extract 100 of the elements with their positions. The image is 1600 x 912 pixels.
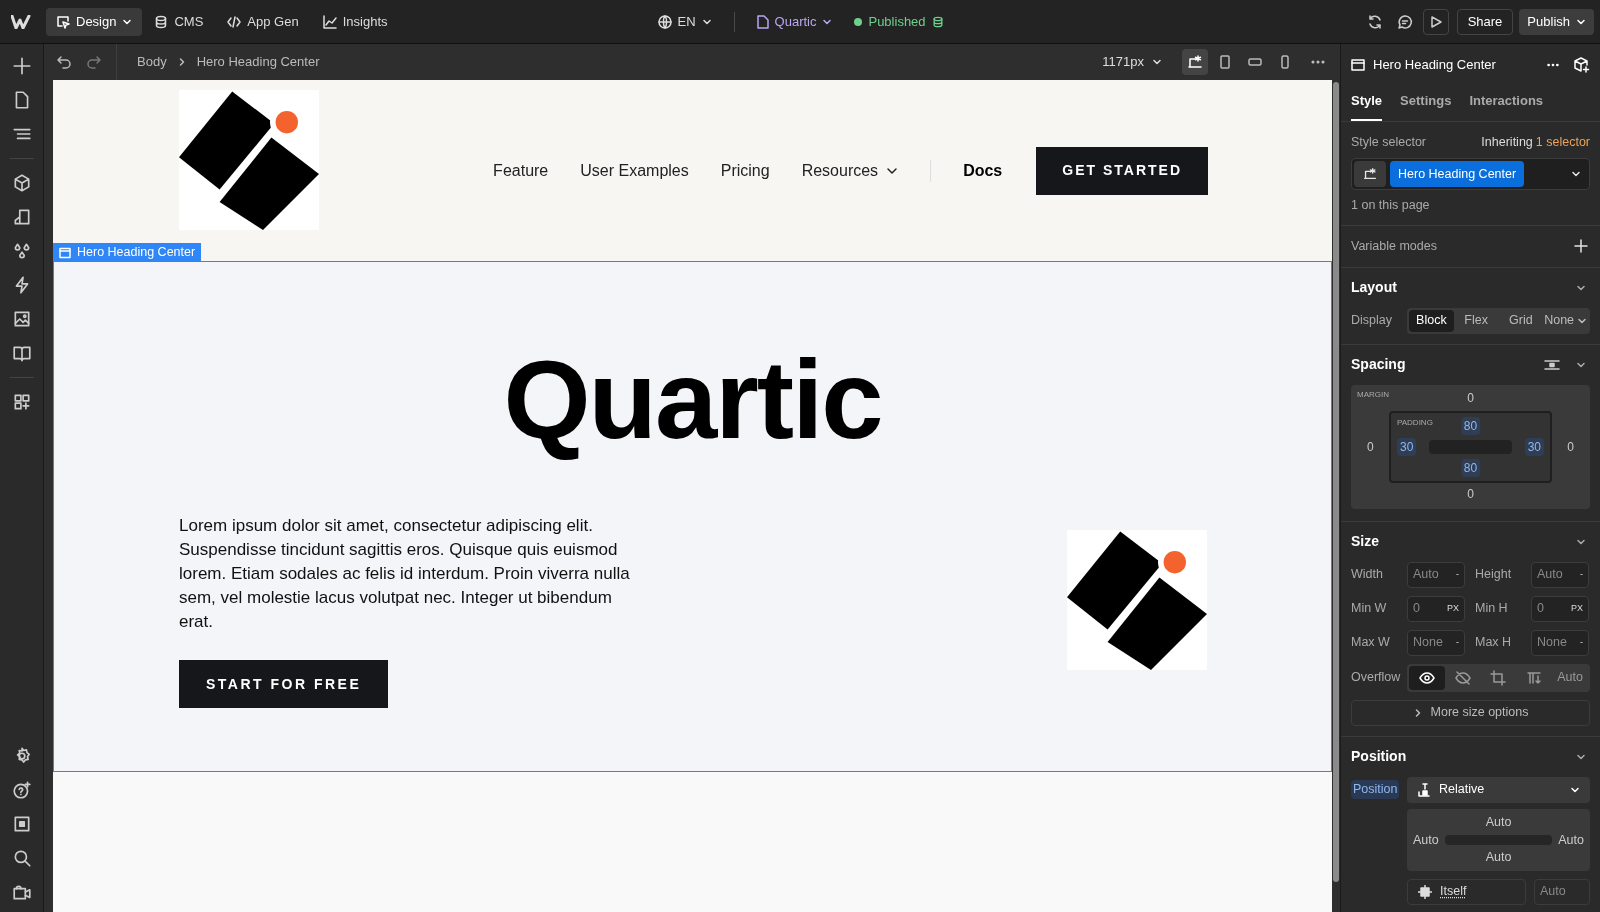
locale-menu[interactable]: EN (649, 11, 720, 32)
padding-value[interactable]: 80 (1460, 458, 1481, 477)
offset-value[interactable]: Auto (1558, 830, 1584, 850)
margin-value[interactable]: 0 (1467, 484, 1474, 503)
inherit-link[interactable]: 1 selector (1535, 132, 1590, 152)
panel-tab[interactable]: Style (1351, 90, 1383, 121)
nav-link[interactable]: Docs (963, 158, 1003, 183)
nav-link[interactable]: Feature (493, 158, 549, 183)
field-label: Display (1351, 312, 1393, 330)
section-title: Size (1351, 532, 1380, 552)
image-icon[interactable] (11, 309, 32, 329)
share-button[interactable]: Share (1456, 8, 1514, 35)
display-option[interactable]: Flex (1453, 309, 1499, 332)
breadcrumb-item[interactable]: Hero Heading Center (196, 52, 320, 72)
sync-icon[interactable] (1366, 13, 1383, 30)
top-nav-item[interactable]: Insights (310, 7, 400, 36)
top-nav-item[interactable]: CMS (142, 7, 216, 36)
section-title: Spacing (1351, 355, 1407, 375)
unit-label[interactable]: - (1580, 636, 1583, 650)
get-started-button[interactable]: GET STARTED (1036, 146, 1208, 195)
panel-tab[interactable]: Settings (1400, 90, 1452, 121)
chevron-down-icon (1571, 169, 1581, 179)
size-field[interactable]: 0 PX (1407, 595, 1465, 622)
overflow-option[interactable]: Auto (1552, 665, 1588, 690)
padding-value[interactable]: 30 (1397, 437, 1417, 456)
box-label: PADDING (1397, 416, 1433, 429)
margin-value[interactable]: 0 (1367, 437, 1374, 456)
target-icon (1418, 884, 1432, 899)
help-icon[interactable] (11, 780, 32, 800)
logo-icon (11, 14, 33, 29)
breadcrumb-item[interactable]: Body (137, 52, 167, 72)
undo-icon[interactable] (56, 54, 72, 70)
cursor-icon (56, 14, 70, 29)
unit-label[interactable]: PX (1447, 602, 1459, 616)
cube-add-icon[interactable] (1574, 57, 1590, 73)
crop-icon (1490, 669, 1507, 686)
database-icon (931, 14, 944, 29)
canvas-width-menu[interactable]: 1171px (1102, 52, 1162, 72)
play-icon (1429, 15, 1442, 28)
display-option[interactable]: Block (1409, 309, 1454, 332)
unit-label[interactable]: PX (1571, 602, 1583, 616)
selector-field[interactable]: Hero Heading Center (1351, 158, 1590, 190)
size-field[interactable]: None - (1407, 629, 1465, 656)
section-icon (59, 246, 71, 259)
position-select[interactable]: Relative (1407, 776, 1590, 803)
field-label: Height (1475, 566, 1513, 584)
publish-button[interactable]: Publish (1519, 8, 1594, 35)
scroll-icon (1526, 669, 1543, 686)
start-button[interactable]: START FOR FREE (179, 660, 389, 708)
display-option[interactable]: Grid (1498, 309, 1544, 332)
size-field[interactable]: Auto - (1531, 561, 1589, 588)
display-option[interactable]: None (1543, 309, 1588, 332)
selector-icon-button[interactable] (1354, 161, 1386, 187)
unit-label[interactable]: - (1456, 636, 1459, 650)
spacing-icon[interactable] (1544, 358, 1560, 371)
section-icon (1351, 58, 1365, 72)
field-label: Overflow (1351, 669, 1402, 687)
database-icon (154, 14, 169, 29)
top-nav-item[interactable]: App Gen (215, 7, 311, 36)
eye-off-icon (1454, 669, 1471, 686)
section-title: Layout (1351, 278, 1398, 298)
usage-text: 1 on this page (1351, 197, 1431, 214)
page-menu[interactable]: Quartic (748, 11, 841, 32)
margin-value[interactable]: 0 (1567, 437, 1574, 456)
scrollbar-thumb[interactable] (1333, 82, 1339, 882)
size-field[interactable]: 0 PX (1531, 595, 1589, 622)
redo-icon[interactable] (86, 54, 102, 70)
offset-value[interactable]: Auto (1485, 812, 1512, 832)
preview-button[interactable] (1422, 8, 1449, 35)
field-label: Min W (1351, 600, 1388, 618)
offset-value[interactable]: Auto (1413, 830, 1439, 850)
unit-label[interactable]: - (1456, 568, 1459, 582)
offset-value[interactable]: Auto (1485, 848, 1512, 867)
globe-icon (657, 14, 672, 29)
section-title: Position (1351, 747, 1408, 767)
padding-value[interactable]: 30 (1524, 437, 1544, 456)
overflow-option[interactable] (1409, 665, 1445, 690)
unit-label[interactable]: - (1580, 568, 1583, 582)
nav-dropdown[interactable]: Resources (801, 158, 899, 183)
add-icon[interactable] (11, 56, 32, 76)
field-label: Max W (1351, 634, 1391, 652)
add-icon[interactable] (1574, 239, 1588, 254)
breakpoint-button[interactable] (1182, 49, 1208, 75)
field-label: Width (1351, 566, 1384, 584)
field-label: Min H (1475, 600, 1509, 618)
design-mode-button[interactable]: Design (46, 7, 143, 36)
comment-icon[interactable] (1396, 13, 1413, 30)
nav-link[interactable]: User Examples (580, 158, 689, 183)
field-label: Style selector (1351, 133, 1428, 151)
z-index-field[interactable]: Auto (1534, 878, 1590, 905)
relative-to-button[interactable]: Itself (1407, 878, 1526, 905)
padding-value[interactable]: 80 (1460, 416, 1481, 435)
size-field[interactable]: Auto - (1407, 561, 1465, 588)
selection-label: Hero Heading Center (53, 243, 202, 262)
more-options-button[interactable]: More size options (1351, 699, 1590, 726)
size-field[interactable]: None - (1531, 629, 1589, 656)
selector-tag[interactable]: Hero Heading Center (1390, 161, 1525, 187)
nav-link[interactable]: Pricing (720, 158, 770, 183)
panel-tab[interactable]: Interactions (1469, 90, 1544, 121)
margin-value[interactable]: 0 (1467, 388, 1474, 407)
